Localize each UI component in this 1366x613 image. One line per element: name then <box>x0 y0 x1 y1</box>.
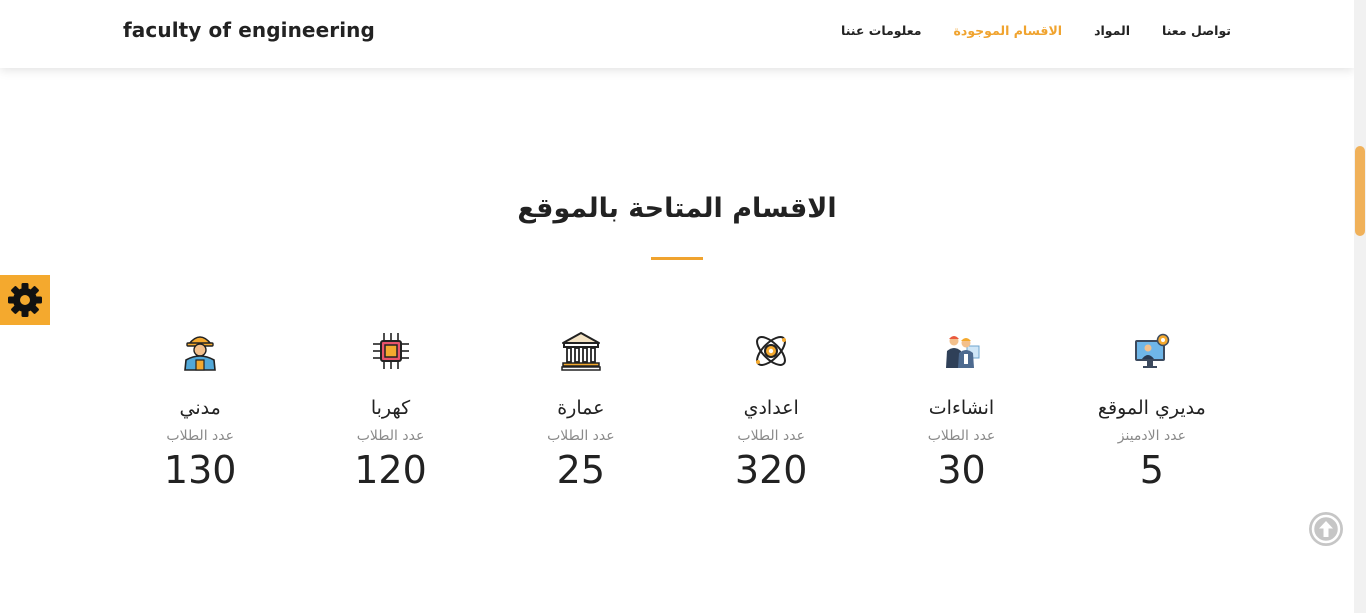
stat-label: عدد الطلاب <box>166 428 234 444</box>
arrow-up-circle-icon <box>1311 514 1341 544</box>
stat-name: عمارة <box>557 397 605 419</box>
admin-computer-icon <box>1130 325 1174 377</box>
stat-label: عدد الطلاب <box>356 428 425 444</box>
microchip-icon <box>369 325 413 377</box>
nav-link-departments[interactable]: الاقسام الموجودة <box>954 23 1063 38</box>
stat-value: 120 <box>354 448 427 492</box>
navbar: faculty of engineering تواصل معنا المواد… <box>0 0 1354 68</box>
stat-admins: مديري الموقع عدد الادمينز 5 <box>1057 325 1247 515</box>
gear-icon <box>8 283 42 317</box>
nav-menu: تواصل معنا المواد الاقسام الموجودة معلوم… <box>841 23 1231 38</box>
scroll-top-button[interactable] <box>1309 512 1343 546</box>
stat-value: 25 <box>556 448 606 492</box>
stat-civil: مدني عدد الطلاب 130 <box>105 325 295 515</box>
page: faculty of engineering تواصل معنا المواد… <box>0 0 1366 613</box>
scrollbar-thumb[interactable] <box>1355 146 1365 236</box>
title-underline <box>651 257 703 260</box>
section-title: الاقسام المتاحة بالموقع <box>517 193 837 224</box>
stat-electrical: كهربا عدد الطلاب 120 <box>295 325 485 515</box>
building-columns-icon <box>559 325 603 377</box>
nav-link-contact[interactable]: تواصل معنا <box>1162 23 1231 38</box>
brand-logo-text[interactable]: faculty of engineering <box>123 18 375 42</box>
stat-value: 5 <box>1139 448 1164 492</box>
settings-button[interactable] <box>0 275 50 325</box>
stat-architecture: عمارة عدد الطلاب 25 <box>486 325 676 515</box>
stat-label: عدد الطلاب <box>737 428 805 444</box>
departments-stats: مديري الموقع عدد الادمينز 5 انشاءات عدد <box>105 325 1247 515</box>
stat-name: مدني <box>179 397 221 419</box>
stat-label: عدد الطلاب <box>547 428 615 444</box>
stat-name: كهربا <box>370 397 411 419</box>
stat-value: 130 <box>163 448 237 492</box>
stat-name: مديري الموقع <box>1097 397 1206 419</box>
atom-icon <box>749 325 793 377</box>
construction-engineers-icon <box>940 325 984 377</box>
nav-link-subjects[interactable]: المواد <box>1094 23 1130 38</box>
stat-construction: انشاءات عدد الطلاب 30 <box>866 325 1056 515</box>
stat-label: عدد الادمينز <box>1117 428 1186 444</box>
stat-value: 320 <box>734 448 808 492</box>
stat-preparatory: اعدادي عدد الطلاب 320 <box>676 325 866 515</box>
stat-name: اعدادي <box>743 397 799 419</box>
stat-name: انشاءات <box>928 397 995 419</box>
stat-label: عدد الطلاب <box>927 428 996 444</box>
stat-value: 30 <box>937 448 986 492</box>
nav-link-about[interactable]: معلومات عننا <box>841 23 922 38</box>
page-scrollbar[interactable] <box>1354 0 1366 613</box>
civil-worker-icon <box>178 325 222 377</box>
